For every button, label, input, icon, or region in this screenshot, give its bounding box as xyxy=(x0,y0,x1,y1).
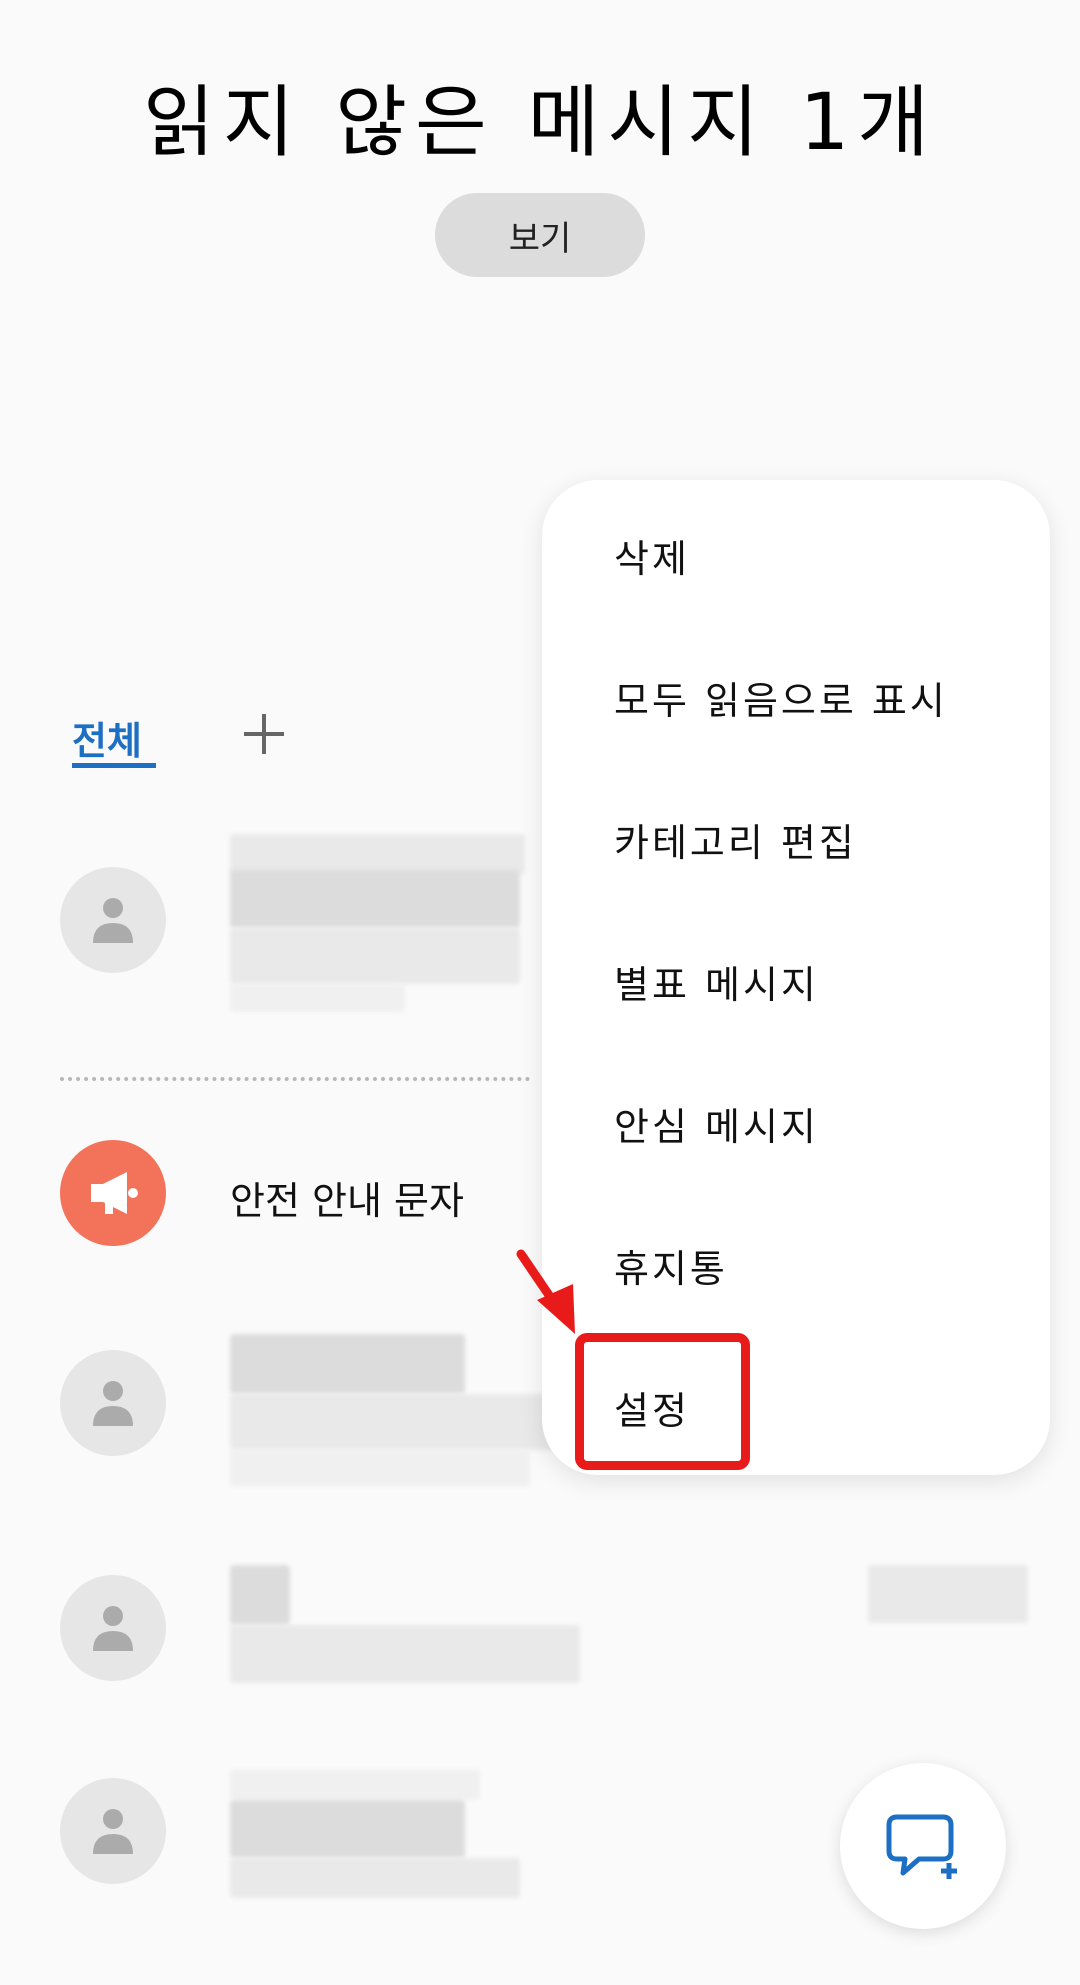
menu-item-mark-all-read[interactable]: 모두 읽음으로 표시 xyxy=(614,670,948,725)
page-title: 읽지 않은 메시지 1개 xyxy=(142,78,938,168)
blurred-name xyxy=(230,870,520,928)
blurred-name xyxy=(230,1565,290,1625)
conversation-title[interactable]: 안전 안내 문자 xyxy=(230,1170,464,1225)
menu-item-trash[interactable]: 휴지통 xyxy=(614,1238,728,1293)
menu-item-safe-messages[interactable]: 안심 메시지 xyxy=(614,1096,819,1151)
view-button[interactable]: 보기 xyxy=(435,193,645,277)
blurred-name xyxy=(230,1800,465,1858)
person-icon[interactable] xyxy=(60,1350,166,1456)
new-message-icon[interactable] xyxy=(840,1763,1006,1929)
blurred-preview xyxy=(230,984,405,1012)
blurred-preview xyxy=(230,1625,580,1683)
arrow-icon xyxy=(515,1248,585,1338)
person-icon[interactable] xyxy=(60,1575,166,1681)
overflow-menu: 삭제 모두 읽음으로 표시 카테고리 편집 별표 메시지 안심 메시지 휴지통 … xyxy=(542,480,1050,1475)
blurred-preview xyxy=(230,1450,530,1486)
menu-item-edit-categories[interactable]: 카테고리 편집 xyxy=(614,812,857,867)
blurred-name xyxy=(230,1334,465,1394)
blurred-timestamp xyxy=(868,1565,1028,1623)
blurred-name xyxy=(230,834,525,874)
highlight-box xyxy=(575,1333,750,1470)
menu-item-starred-messages[interactable]: 별표 메시지 xyxy=(614,954,819,1009)
divider xyxy=(60,1077,530,1081)
blurred-preview xyxy=(230,1394,560,1450)
person-icon[interactable] xyxy=(60,867,166,973)
blurred-preview xyxy=(230,928,520,984)
tab-all[interactable]: 전체 xyxy=(72,710,142,765)
blurred-preview xyxy=(230,1858,520,1898)
person-icon[interactable] xyxy=(60,1778,166,1884)
plus-icon[interactable] xyxy=(236,706,292,762)
menu-item-delete[interactable]: 삭제 xyxy=(614,528,690,583)
tab-all-indicator xyxy=(72,763,156,768)
blurred-name xyxy=(230,1770,480,1800)
megaphone-icon[interactable] xyxy=(60,1140,166,1246)
